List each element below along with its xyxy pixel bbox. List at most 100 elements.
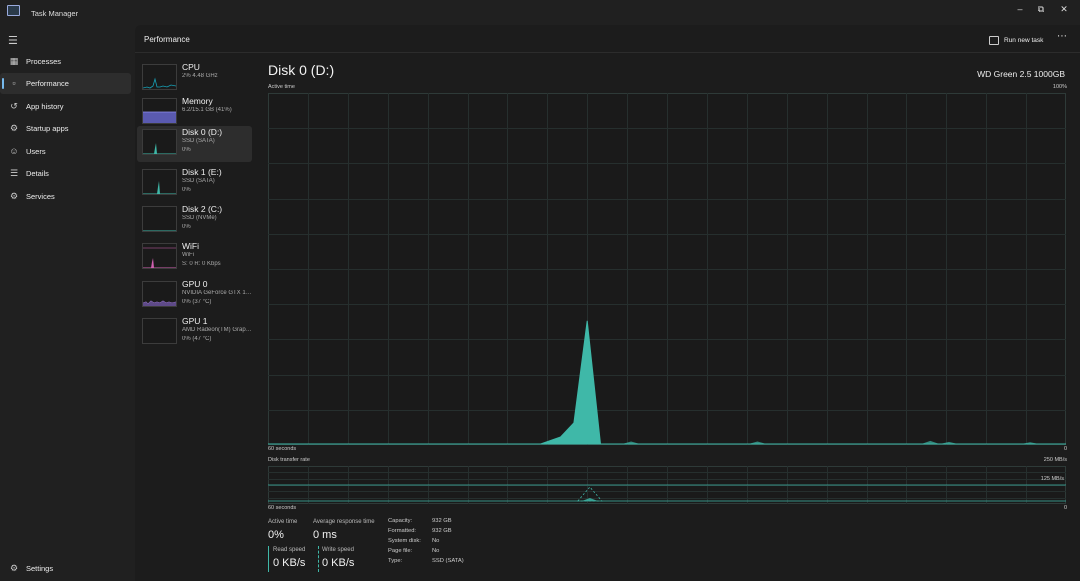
active-time-bump (1021, 442, 1040, 444)
device-usage: S: 0 R: 0 Kbps (182, 261, 221, 267)
device-thumbnail (142, 64, 177, 90)
active-time-bump (622, 441, 641, 444)
type-value: SSD (SATA) (432, 558, 464, 564)
transfer-rate-chart (268, 466, 1066, 504)
nav-item-performance[interactable]: ▫ Performance (0, 73, 131, 94)
minimize-button[interactable]: – (1009, 2, 1031, 16)
device-name: WiFi (182, 241, 199, 251)
page-file-key: Page file: (388, 548, 413, 554)
run-new-task-button[interactable]: Run new task (989, 33, 1043, 47)
processes-icon: ▦ (9, 56, 19, 66)
transfer-rate-mid: 125 MB/s (1040, 476, 1064, 482)
active-time-graph (268, 93, 1066, 445)
device-thumbnail (142, 281, 177, 307)
title-bar: Task Manager – ⧉ ✕ (0, 0, 1080, 25)
task-manager-icon (7, 5, 20, 16)
nav-item-label: Users (26, 147, 46, 156)
nav-item-label: Processes (26, 57, 62, 66)
hamburger-menu-icon[interactable]: ☰ (8, 34, 18, 47)
device-usage: 0% (37 °C) (182, 299, 212, 305)
run-task-icon (989, 35, 999, 45)
transfer-rate-max: 250 MB/s (1043, 457, 1067, 463)
nav-item-services[interactable]: ⚙ Services (0, 186, 131, 207)
more-options-icon[interactable]: ⋯ (1057, 31, 1068, 42)
read-speed-value: 0 KB/s (273, 557, 306, 569)
thumbnail-line (142, 77, 177, 89)
device-item-gpu-0[interactable]: GPU 0 NVIDIA GeForce GTX 1650 0% (37 °C) (137, 278, 252, 314)
thumbnail-fill (143, 112, 176, 123)
services-icon: ⚙ (9, 191, 19, 201)
device-thumbnail (142, 98, 177, 124)
device-usage: 0% (182, 147, 191, 153)
close-button[interactable]: ✕ (1053, 2, 1075, 16)
device-detail: SSD (NVMe) (182, 215, 217, 221)
active-time-window: 60 seconds (268, 446, 297, 452)
active-time-bump (939, 441, 958, 444)
nav-item-label: Settings (26, 564, 54, 573)
page-file-value: No (432, 548, 440, 554)
nav-item-app-history[interactable]: ↺ App history (0, 96, 131, 117)
device-name: GPU 1 (182, 316, 208, 326)
nav-pane: ☰ ▦ Processes ▫ Performance ↺ App histor… (0, 25, 135, 581)
device-item-disk-0[interactable]: Disk 0 (D:) SSD (SATA) 0% (137, 126, 252, 162)
device-thumbnail (142, 129, 177, 155)
device-name: Disk 2 (C:) (182, 204, 223, 214)
write-speed-accent (318, 546, 320, 572)
device-item-disk-1[interactable]: Disk 1 (E:) SSD (SATA) 0% (137, 166, 252, 202)
active-time-max: 100% (1052, 84, 1067, 90)
transfer-rate-graph (268, 466, 1066, 504)
disk-title: Disk 0 (D:) (268, 62, 335, 78)
thumbnail-fill (154, 143, 157, 154)
performance-icon: ▫ (12, 78, 16, 88)
transfer-rate-window: 60 seconds (268, 505, 297, 511)
device-name: Memory (182, 96, 213, 106)
device-item-wifi[interactable]: WiFi WiFi S: 0 R: 0 Kbps (137, 240, 252, 276)
active-time-bump (748, 441, 767, 444)
device-item-gpu-1[interactable]: GPU 1 AMD Radeon(TM) Graphics 0% (47 °C) (137, 315, 252, 351)
disk-model: WD Green 2.5 1000GB (977, 69, 1065, 79)
capacity-value: 932 GB (432, 518, 452, 524)
write-speed-value: 0 KB/s (322, 557, 355, 569)
read-speed-accent (268, 546, 269, 572)
system-disk-key: System disk: (388, 538, 421, 544)
restore-button[interactable]: ⧉ (1030, 2, 1052, 16)
selection-indicator (2, 78, 4, 89)
formatted-key: Formatted: (388, 528, 417, 534)
settings-gear-icon: ⚙ (9, 563, 19, 573)
device-usage: 0% (47 °C) (182, 336, 212, 342)
read-speed-label: Read speed (273, 547, 306, 553)
device-detail: AMD Radeon(TM) Graphics (182, 327, 252, 333)
device-thumbnail (142, 169, 177, 195)
device-detail: NVIDIA GeForce GTX 1650 (182, 290, 252, 296)
nav-item-details[interactable]: ☰ Details (0, 163, 131, 184)
nav-item-settings[interactable]: ⚙ Settings (0, 558, 131, 579)
device-thumbnail (142, 243, 177, 269)
device-name: GPU 0 (182, 279, 208, 289)
nav-item-startup-apps[interactable]: ⚙ Startup apps (0, 118, 131, 139)
nav-item-processes[interactable]: ▦ Processes (0, 51, 131, 72)
run-new-task-label: Run new task (1004, 36, 1044, 44)
active-time-chart (268, 93, 1066, 445)
app-history-icon: ↺ (10, 101, 18, 111)
device-name: Disk 1 (E:) (182, 167, 222, 177)
thumbnail-fill (157, 181, 160, 194)
header-divider (135, 52, 1080, 53)
formatted-value: 932 GB (432, 528, 452, 534)
capacity-key: Capacity: (388, 518, 413, 524)
main-panel: Performance Run new task ⋯ CPU 2% 4.48 G… (135, 25, 1080, 581)
nav-item-label: Details (26, 169, 49, 178)
type-key: Type: (388, 558, 403, 564)
device-item-cpu[interactable]: CPU 2% 4.48 GHz (137, 61, 252, 97)
users-icon: ☺ (9, 146, 19, 156)
nav-item-users[interactable]: ☺ Users (0, 141, 131, 162)
details-icon: ☰ (9, 168, 19, 178)
device-usage: 0% (182, 187, 191, 193)
avg-response-value: 0 ms (313, 529, 337, 541)
nav-item-label: Performance (26, 79, 69, 88)
device-detail: SSD (SATA) (182, 178, 215, 184)
device-item-disk-2[interactable]: Disk 2 (C:) SSD (NVMe) 0% (137, 203, 252, 239)
transfer-rate-label: Disk transfer rate (268, 457, 310, 463)
thumbnail-fill (151, 258, 154, 268)
active-time-min: 0 (1063, 446, 1067, 452)
device-thumbnail (142, 206, 177, 232)
